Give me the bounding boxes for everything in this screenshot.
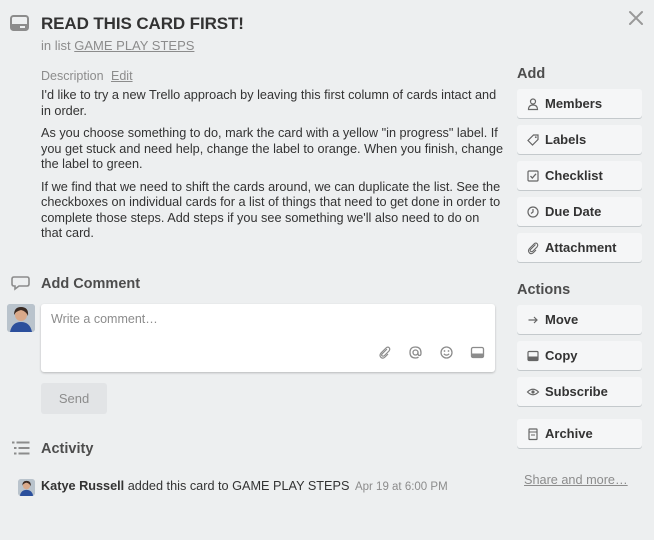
activity-entry: Katye Russell added this card to GAME PL… xyxy=(41,479,448,493)
checklist-button[interactable]: Checklist xyxy=(517,161,642,190)
card-title[interactable]: READ THIS CARD FIRST! xyxy=(41,14,244,34)
checklist-label: Checklist xyxy=(545,168,603,183)
description-label: Description xyxy=(41,69,104,83)
person-icon xyxy=(526,97,540,111)
activity-action: added this card to GAME PLAY STEPS xyxy=(127,479,350,493)
in-list-prefix: in list xyxy=(41,38,71,53)
members-label: Members xyxy=(545,96,603,111)
emoji-icon[interactable] xyxy=(439,345,454,360)
list-reference: in list GAME PLAY STEPS xyxy=(41,38,194,53)
subscribe-label: Subscribe xyxy=(545,384,608,399)
edit-description-link[interactable]: Edit xyxy=(111,69,133,83)
paperclip-icon xyxy=(526,241,540,255)
description-header: Description Edit xyxy=(41,69,133,83)
description-paragraph: I'd like to try a new Trello approach by… xyxy=(41,88,497,118)
description-paragraph: As you choose something to do, mark the … xyxy=(41,126,504,171)
comment-composer[interactable] xyxy=(41,304,495,372)
description-body: I'd like to try a new Trello approach by… xyxy=(41,88,503,249)
labels-label: Labels xyxy=(545,132,587,147)
close-icon[interactable] xyxy=(626,8,646,28)
arrow-right-icon xyxy=(526,313,540,327)
speech-bubble-icon xyxy=(11,275,31,291)
members-button[interactable]: Members xyxy=(517,89,642,118)
tag-icon xyxy=(526,133,540,147)
archive-button[interactable]: Archive xyxy=(517,419,642,448)
activity-heading: Activity xyxy=(41,441,94,457)
labels-button[interactable]: Labels xyxy=(517,125,642,154)
copy-label: Copy xyxy=(545,348,578,363)
move-button[interactable]: Move xyxy=(517,305,642,334)
comment-toolbar xyxy=(377,345,485,360)
at-icon[interactable] xyxy=(408,345,423,360)
activity-time[interactable]: Apr 19 at 6:00 PM xyxy=(355,481,448,493)
archive-label: Archive xyxy=(545,426,593,441)
description-paragraph: If we find that we need to shift the car… xyxy=(41,179,501,241)
attachment-button[interactable]: Attachment xyxy=(517,233,642,262)
archive-icon xyxy=(526,427,540,441)
eye-icon xyxy=(526,385,540,399)
share-and-more-link[interactable]: Share and more… xyxy=(524,473,628,487)
add-comment-heading: Add Comment xyxy=(41,276,141,292)
checkbox-icon xyxy=(526,169,540,183)
avatar[interactable] xyxy=(18,479,35,496)
activity-user[interactable]: Katye Russell xyxy=(41,479,124,493)
subscribe-button[interactable]: Subscribe xyxy=(517,377,642,406)
send-button[interactable]: Send xyxy=(41,383,107,414)
card-icon[interactable] xyxy=(470,345,485,360)
paperclip-icon[interactable] xyxy=(377,345,392,360)
avatar[interactable] xyxy=(7,304,35,332)
add-heading: Add xyxy=(517,66,546,82)
card-header-icon xyxy=(10,15,29,31)
list-name-link[interactable]: GAME PLAY STEPS xyxy=(74,38,194,53)
list-icon xyxy=(11,440,31,456)
move-label: Move xyxy=(545,312,579,327)
comment-input[interactable] xyxy=(51,312,481,326)
copy-button[interactable]: Copy xyxy=(517,341,642,370)
card-icon xyxy=(526,349,540,363)
due-date-label: Due Date xyxy=(545,204,602,219)
clock-icon xyxy=(526,205,540,219)
actions-heading: Actions xyxy=(517,282,571,298)
attachment-label: Attachment xyxy=(545,240,617,255)
due-date-button[interactable]: Due Date xyxy=(517,197,642,226)
